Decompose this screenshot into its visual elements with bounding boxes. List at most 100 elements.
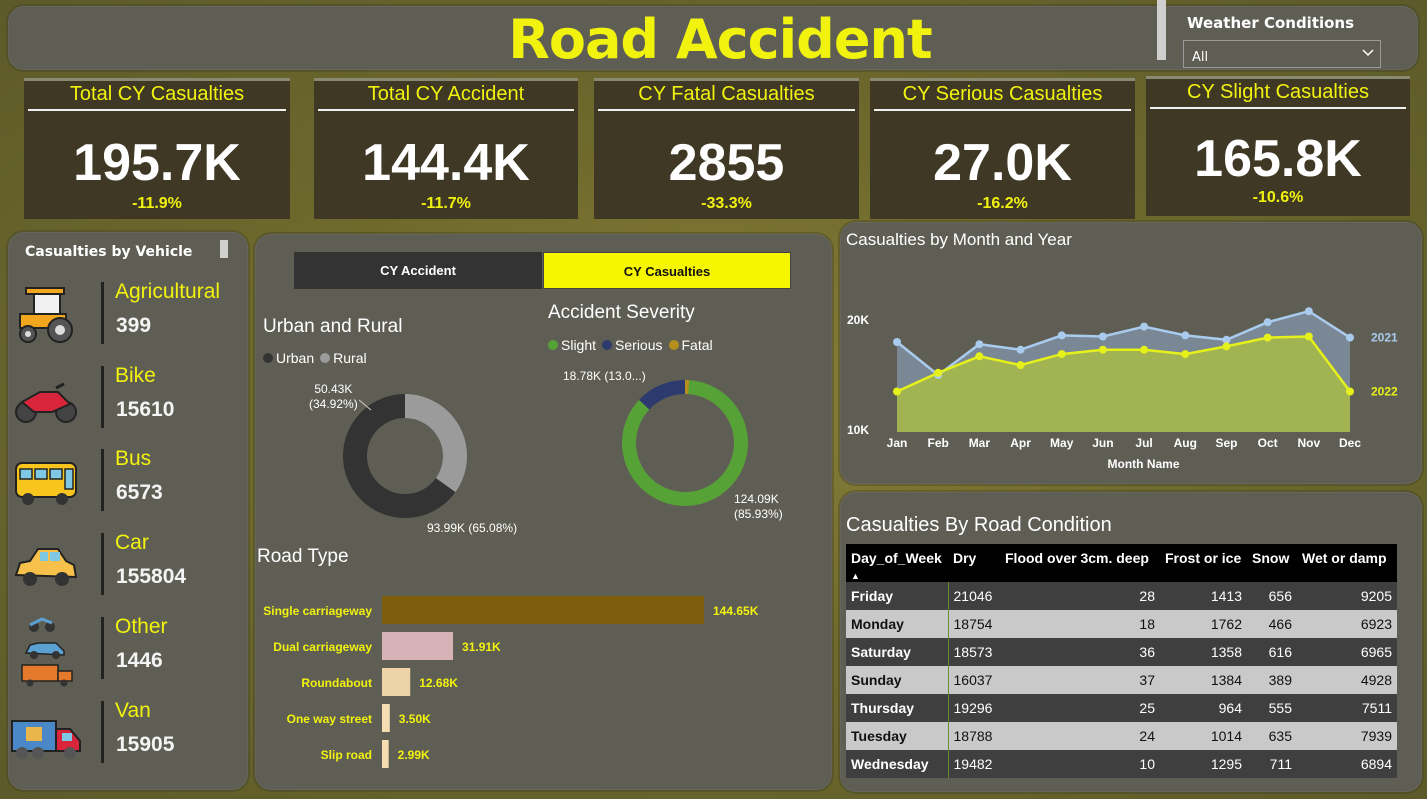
data-point[interactable] — [1140, 322, 1149, 331]
table-row[interactable]: Wednesday 19482 10 1295 711 6894 — [846, 750, 1397, 778]
weather-filter-dropdown[interactable]: All — [1183, 40, 1381, 68]
column-header-day[interactable]: Day_of_Week ▲ — [846, 544, 948, 582]
vehicle-row-car: Car 155804 — [8, 531, 248, 601]
casualties-by-month-panel: Casualties by Month and Year 2021 2022 Jan… — [840, 222, 1422, 484]
data-point[interactable] — [975, 352, 984, 361]
table-cell: 964 — [1160, 694, 1247, 722]
x-tick-label: May — [1050, 436, 1074, 450]
legend-item-serious: Serious — [602, 337, 663, 353]
table-cell: 466 — [1247, 610, 1297, 638]
data-point[interactable] — [1016, 345, 1025, 354]
column-header-dry[interactable]: Dry — [948, 544, 1000, 582]
legend-item-urban: Urban — [263, 350, 314, 366]
table-cell: 19482 — [947, 750, 1000, 778]
data-point[interactable] — [1304, 307, 1313, 316]
road-type-category-label: Single carriageway — [263, 604, 372, 618]
column-header-snow[interactable]: Snow — [1247, 544, 1297, 582]
table-row[interactable]: Thursday 19296 25 964 555 7511 — [846, 694, 1397, 722]
road-type-bar[interactable] — [382, 740, 389, 768]
data-point[interactable] — [893, 387, 901, 396]
table-cell: 389 — [1247, 666, 1297, 694]
tab-cy-accident[interactable]: CY Accident — [294, 252, 542, 289]
road-type-bar[interactable] — [382, 632, 454, 660]
kpi-value: 195.7K — [73, 134, 241, 192]
table-cell: 6894 — [1297, 750, 1397, 778]
x-tick-label: Sep — [1215, 436, 1237, 450]
data-point[interactable] — [1263, 333, 1272, 342]
data-point[interactable] — [1263, 318, 1272, 327]
table-cell: Friday — [846, 582, 948, 610]
x-tick-label: Aug — [1174, 436, 1197, 450]
donut-slice-serious[interactable] — [639, 380, 685, 410]
data-point[interactable] — [1346, 387, 1354, 396]
vehicle-value: 399 — [116, 314, 152, 337]
column-header-wet[interactable]: Wet or damp — [1297, 544, 1397, 582]
column-header-flood[interactable]: Flood over 3cm. deep — [1000, 544, 1160, 582]
x-tick-label: Jan — [887, 436, 908, 450]
table-cell: Thursday — [846, 694, 948, 722]
slicer-scroll-handle[interactable] — [1157, 0, 1166, 60]
column-header-frost[interactable]: Frost or ice — [1160, 544, 1247, 582]
table-cell: 28 — [1000, 582, 1160, 610]
kpi-change: -11.7% — [421, 195, 471, 212]
table-row[interactable]: Tuesday 18788 24 1014 635 7939 — [846, 722, 1397, 750]
vehicle-divider — [101, 282, 104, 344]
data-point[interactable] — [893, 338, 901, 346]
slight-data-label: 124.09K (85.93%) — [734, 492, 783, 521]
vehicle-divider — [101, 701, 104, 763]
tab-cy-casualties[interactable]: CY Casualties — [543, 252, 791, 289]
chevron-down-icon — [1362, 49, 1374, 57]
kpi-title: CY Slight Casualties — [1187, 81, 1369, 103]
vehicle-row-bike: Bike 15610 — [8, 364, 248, 434]
data-point[interactable] — [1222, 342, 1231, 351]
table-cell: 24 — [1000, 722, 1160, 750]
data-point[interactable] — [1016, 361, 1025, 370]
road-type-bar[interactable] — [382, 704, 390, 732]
road-type-value-label: 144.65K — [713, 604, 759, 618]
vehicle-panel-scrollbar[interactable] — [220, 240, 228, 258]
vehicle-row-van: Van 15905 — [8, 699, 248, 769]
kpi-title: Total CY Accident — [367, 83, 525, 105]
table-row[interactable]: Saturday 18573 36 1358 616 6965 — [846, 638, 1397, 666]
data-point[interactable] — [1181, 331, 1190, 340]
month-area-chart: 2021 2022 Jan Feb Mar Apr May Jun Jul Aug Sep Oct No… — [847, 307, 1398, 471]
kpi-change: -16.2% — [977, 195, 1028, 212]
table-row[interactable]: Monday 18754 18 1762 466 6923 — [846, 610, 1397, 638]
x-tick-label: Feb — [928, 436, 949, 450]
x-tick-label: Nov — [1297, 436, 1320, 450]
road-type-bar[interactable] — [382, 668, 411, 696]
data-point[interactable] — [1057, 350, 1066, 359]
data-point[interactable] — [975, 340, 984, 349]
road-type-title: Road Type — [257, 546, 349, 567]
x-tick-label: Oct — [1258, 436, 1278, 450]
table-cell: 7511 — [1297, 694, 1397, 722]
data-point[interactable] — [934, 368, 943, 377]
road-type-value-label: 12.68K — [419, 676, 458, 690]
vehicle-value: 155804 — [116, 565, 187, 588]
bus-icon — [15, 462, 77, 505]
table-row[interactable]: Sunday 16037 37 1384 389 4928 — [846, 666, 1397, 694]
table-cell: Sunday — [846, 666, 948, 694]
data-point[interactable] — [1057, 331, 1066, 340]
road-type-category-label: Dual carriageway — [273, 640, 372, 654]
table-cell: 1413 — [1160, 582, 1247, 610]
vehicle-name: Other — [115, 615, 168, 638]
table-cell: 1295 — [1160, 750, 1247, 778]
vehicle-name: Agricultural — [115, 280, 221, 303]
legend-item-fatal: Fatal — [668, 337, 713, 353]
table-cell: Tuesday — [846, 722, 948, 750]
donut-slice-rural[interactable] — [405, 394, 467, 493]
data-point[interactable] — [1098, 345, 1107, 354]
data-point[interactable] — [1098, 332, 1107, 341]
data-point[interactable] — [1140, 345, 1149, 354]
data-point[interactable] — [1181, 350, 1190, 359]
vehicle-name: Bike — [115, 364, 156, 387]
data-point[interactable] — [1304, 332, 1313, 341]
kpi-total-accident: Total CY Accident 144.4K -11.7% — [314, 78, 578, 219]
table-cell: 19296 — [947, 694, 1000, 722]
road-type-bar[interactable] — [382, 596, 704, 624]
table-row[interactable]: Friday 21046 28 1413 656 9205 — [846, 582, 1397, 610]
data-point[interactable] — [1346, 333, 1354, 342]
x-tick-label: Jul — [1135, 436, 1152, 450]
vehicle-panel-title: Casualties by Vehicle — [25, 244, 193, 260]
